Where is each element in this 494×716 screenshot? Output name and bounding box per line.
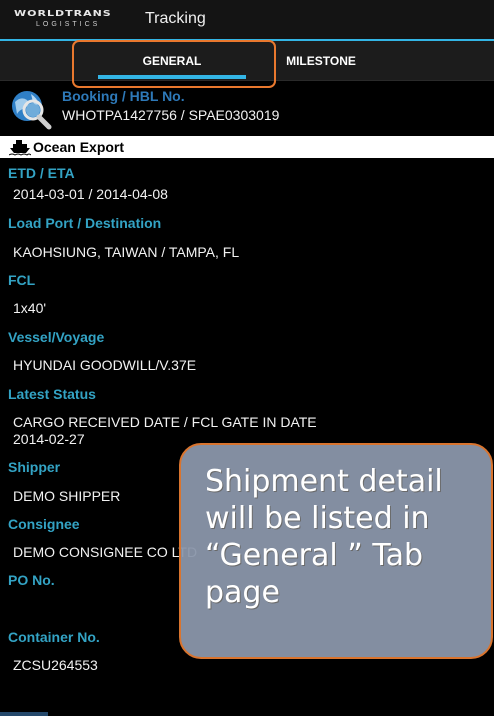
load-port-destination-label: Load Port / Destination [8,215,162,231]
tab-milestone-label: MILESTONE [286,53,356,68]
etd-eta-value: 2014-03-01 / 2014-04-08 [13,186,168,202]
etd-eta-label: ETD / ETA [8,165,75,181]
container-number-value: ZCSU264553 [13,657,98,673]
booking-value: WHOTPA1427756 / SPAE0303019 [62,107,280,123]
shipper-label: Shipper [8,459,61,475]
vessel-voyage-value: HYUNDAI GOODWILL/V.37E [13,357,197,373]
booking-header: Booking / HBL No. WHOTPA1427756 / SPAE03… [0,82,494,134]
latest-status-label: Latest Status [8,386,96,402]
container-number-label: Container No. [8,629,100,645]
ship-icon [9,140,31,156]
callout-text: Shipment detail will be listed in “Gener… [205,464,443,610]
shipper-value: DEMO SHIPPER [13,488,121,504]
fcl-label: FCL [8,272,36,288]
action-bar: WORLDTRANS LOGISTICS Tracking [0,0,494,41]
po-number-label: PO No. [8,572,55,588]
worldtrans-logo: WORLDTRANS LOGISTICS [14,9,138,33]
logo-main-text: WORLDTRANS [14,9,112,19]
annotation-callout: Shipment detail will be listed in “Gener… [179,443,493,659]
consignee-label: Consignee [8,516,80,532]
load-port-destination-value: KAOHSIUNG, TAIWAN / TAMPA, FL [13,244,240,260]
bottom-accent-bar [0,712,48,716]
logo-sub-text: LOGISTICS [36,21,101,28]
transport-mode-strip: Ocean Export [0,136,494,158]
general-tab-highlight-frame [72,40,276,88]
tracking-screen: WORLDTRANS LOGISTICS Tracking GENERAL MI… [0,0,494,716]
vessel-voyage-label: Vessel/Voyage [8,329,105,345]
transport-mode-label: Ocean Export [33,139,125,155]
page-title: Tracking [145,10,206,27]
booking-label: Booking / HBL No. [62,88,185,104]
consignee-value: DEMO CONSIGNEE CO LTD [13,544,198,560]
globe-search-icon [12,91,52,130]
fcl-value: 1x40' [13,300,47,316]
